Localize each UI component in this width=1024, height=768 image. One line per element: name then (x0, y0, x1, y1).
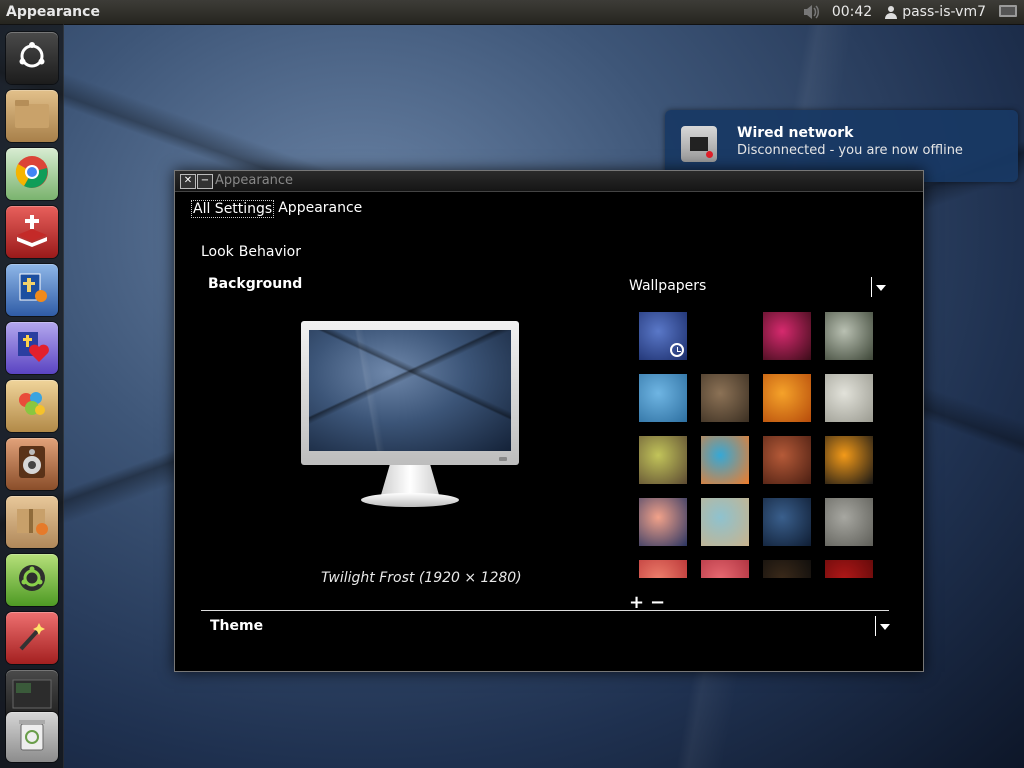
speaker-app-icon (16, 444, 48, 484)
remove-wallpaper-button[interactable]: − (650, 594, 665, 612)
files-folder-icon (13, 98, 51, 134)
wallpaper-thumbnail[interactable] (763, 436, 811, 484)
chrome-launcher[interactable] (6, 148, 58, 200)
package-icon (14, 503, 50, 541)
wallpaper-thumbnail[interactable] (701, 498, 749, 546)
active-app-title: Appearance (6, 4, 100, 20)
username: pass-is-vm7 (902, 4, 986, 20)
network-offline-icon (681, 126, 717, 162)
wallpaper-thumbnail[interactable] (639, 498, 687, 546)
clock[interactable]: 00:42 (832, 4, 872, 20)
breadcrumb-all-settings[interactable]: All Settings (191, 200, 275, 218)
speaker-launcher[interactable] (6, 438, 58, 490)
add-wallpaper-button[interactable]: + (629, 594, 644, 612)
magic-wand-launcher[interactable] (6, 612, 58, 664)
wallpaper-thumbnail[interactable] (639, 312, 687, 360)
wallpaper-thumbnail[interactable] (639, 560, 687, 578)
slideshow-clock-icon (670, 343, 684, 357)
wallpaper-thumbnail[interactable] (825, 312, 873, 360)
trash-launcher[interactable] (6, 712, 58, 762)
wallpaper-thumbnail[interactable] (763, 312, 811, 360)
wallpaper-thumbnail[interactable] (639, 436, 687, 484)
wallpaper-thumbnail[interactable] (763, 374, 811, 422)
magic-wand-icon (15, 619, 49, 657)
monitor-frame (301, 321, 519, 465)
bible-book-icon (13, 213, 51, 251)
cross-heart-launcher[interactable] (6, 322, 58, 374)
sound-volume-icon[interactable] (802, 4, 820, 20)
files-launcher[interactable] (6, 90, 58, 142)
window-title: Appearance (215, 173, 294, 188)
dash-home-button[interactable] (6, 32, 58, 84)
panel-indicators: 00:42 pass-is-vm7 (802, 3, 1018, 21)
breadcrumb-appearance[interactable]: Appearance (278, 200, 362, 218)
wallpapers-combo-label[interactable]: Wallpapers (629, 278, 706, 294)
tab-behavior[interactable]: Behavior (239, 244, 301, 260)
wallpaper-grid (639, 312, 879, 578)
wallpaper-thumbnail[interactable] (701, 560, 749, 578)
wallpaper-thumbnail[interactable] (763, 560, 811, 578)
theme-heading[interactable]: Theme (210, 618, 263, 634)
appearance-window: ✕ − Appearance All Settings Appearance L… (174, 170, 924, 672)
monitor-led (499, 457, 507, 461)
package-launcher[interactable] (6, 496, 58, 548)
wallpaper-thumbnail[interactable] (825, 560, 873, 578)
wallpaper-thumbnail[interactable] (825, 374, 873, 422)
breadcrumb: All Settings Appearance (191, 200, 362, 218)
monitor-base (361, 493, 459, 507)
wallpaper-thumbnail[interactable] (825, 498, 873, 546)
window-content: All Settings Appearance Look Behavior Ba… (177, 192, 921, 669)
close-icon[interactable]: ✕ (180, 174, 196, 189)
user-menu[interactable]: pass-is-vm7 (884, 4, 986, 20)
wallpaper-thumbnail[interactable] (701, 374, 749, 422)
wallpapers-dropdown-icon[interactable] (871, 277, 886, 297)
paint-app-icon (14, 386, 50, 426)
cross-heart-icon (14, 328, 50, 368)
wallpaper-thumbnail[interactable] (701, 436, 749, 484)
user-icon (884, 5, 898, 19)
trash-icon (18, 718, 46, 756)
theme-dropdown-icon[interactable] (875, 616, 890, 636)
dash-home-icon (16, 40, 48, 76)
chrome-browser-icon (14, 154, 50, 194)
wallpaper-caption: Twilight Frost (1920 × 1280) (321, 570, 522, 586)
paint-launcher[interactable] (6, 380, 58, 432)
top-panel: Appearance 00:42 pass-is-vm7 (0, 0, 1024, 25)
notification-body: Disconnected - you are now offline (737, 143, 963, 158)
workspace-switcher-icon (12, 679, 52, 713)
window-titlebar[interactable]: ✕ − Appearance (175, 171, 923, 192)
tab-bar: Look Behavior (201, 244, 301, 260)
bible-study-icon (14, 270, 50, 310)
notification-title: Wired network (737, 125, 854, 141)
minimize-icon[interactable]: − (197, 174, 213, 189)
session-gear-icon[interactable] (998, 3, 1018, 21)
bible-launcher[interactable] (6, 206, 58, 258)
ubuntu-software-icon (15, 561, 49, 599)
theme-separator (201, 610, 889, 611)
wallpaper-thumbnail[interactable] (639, 374, 687, 422)
wallpaper-thumbnail[interactable] (825, 436, 873, 484)
launcher (0, 24, 64, 768)
wallpaper-thumbnail[interactable] (701, 312, 749, 360)
tab-look[interactable]: Look (201, 244, 234, 260)
monitor-stand (381, 465, 439, 495)
software-center-launcher[interactable] (6, 554, 58, 606)
bible-study-launcher[interactable] (6, 264, 58, 316)
preview-screen (309, 330, 511, 451)
background-heading: Background (208, 276, 303, 292)
background-preview (301, 321, 519, 513)
wallpaper-thumbnail[interactable] (763, 498, 811, 546)
